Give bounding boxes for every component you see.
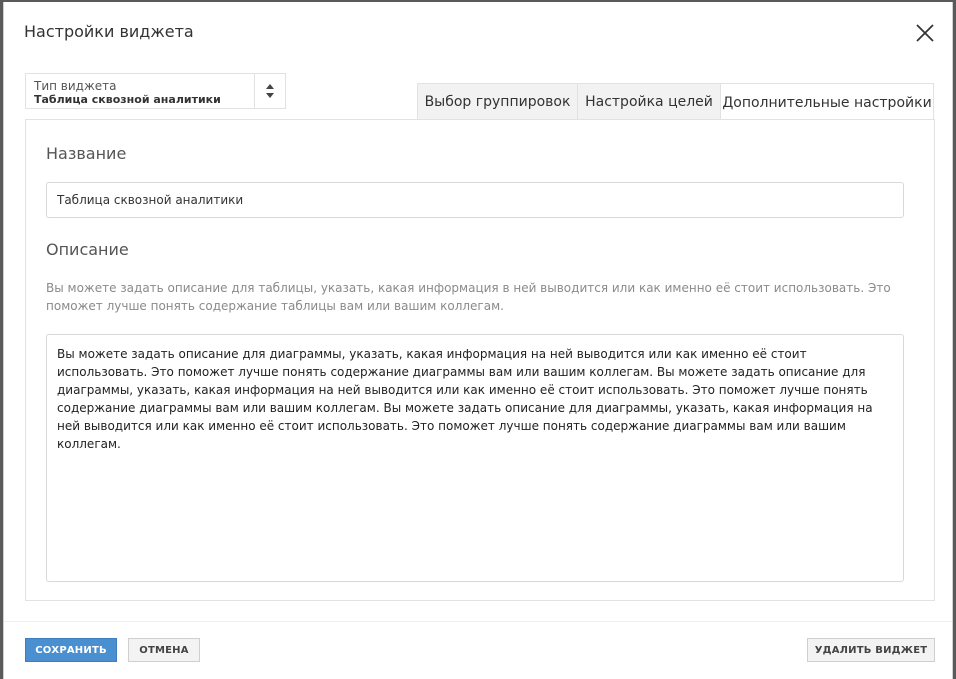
tab-additional-settings[interactable]: Дополнительные настройки <box>720 83 934 121</box>
widget-type-select[interactable]: Тип виджета Таблица сквозной аналитики <box>25 73 286 109</box>
settings-tabs: Выбор группировок Настройка целей Дополн… <box>417 83 934 121</box>
name-section-title: Название <box>46 144 127 163</box>
footer-divider <box>4 621 952 622</box>
close-button[interactable] <box>914 22 936 44</box>
widget-settings-dialog: Настройки виджета Тип виджета Таблица ск… <box>3 2 953 679</box>
save-button[interactable]: СОХРАНИТЬ <box>25 638 117 662</box>
tab-grouping[interactable]: Выбор группировок <box>417 83 578 120</box>
description-textarea[interactable]: Вы можете задать описание для диаграммы,… <box>46 334 904 582</box>
cancel-button[interactable]: ОТМЕНА <box>128 638 200 662</box>
name-input[interactable] <box>46 182 904 218</box>
dialog-title: Настройки виджета <box>24 22 194 41</box>
delete-widget-button[interactable]: УДАЛИТЬ ВИДЖЕТ <box>807 638 935 662</box>
dialog-header: Настройки виджета <box>4 2 952 64</box>
close-icon <box>916 24 934 42</box>
select-arrows-button[interactable] <box>254 74 285 108</box>
additional-settings-panel: Название Описание Вы можете задать описа… <box>25 119 935 601</box>
sort-arrows-icon <box>266 84 274 98</box>
widget-type-value: Таблица сквозной аналитики <box>34 93 221 106</box>
widget-type-label: Тип виджета <box>34 79 117 93</box>
tab-goals[interactable]: Настройка целей <box>577 83 721 120</box>
description-hint: Вы можете задать описание для таблицы, у… <box>46 281 891 313</box>
description-section-title: Описание <box>46 240 129 259</box>
